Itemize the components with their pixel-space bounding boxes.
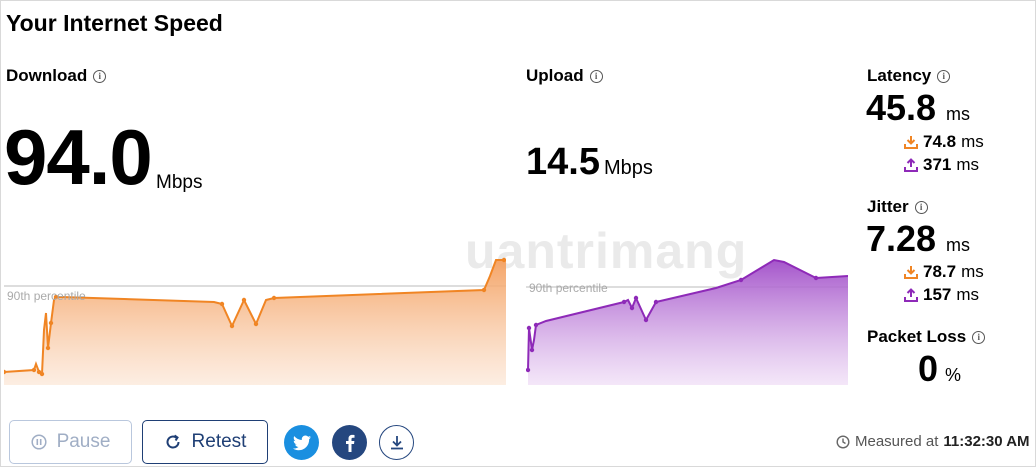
jitter-download: 78.7 ms [904,262,984,282]
info-icon[interactable]: i [589,69,603,83]
upload-percentile-label: 90th percentile [529,281,608,295]
download-chart [4,257,506,385]
info-icon[interactable]: i [93,69,107,83]
jitter-upload: 157 ms [904,285,979,305]
latency-download: 74.8 ms [904,132,984,152]
clock-icon [836,434,850,449]
pause-button[interactable]: Pause [9,420,132,464]
jitter-value: 7.28 [866,218,937,259]
download-results-button[interactable] [379,425,414,460]
jitter-label: Jitter i [867,197,928,217]
info-icon[interactable]: i [972,330,986,344]
latency-value: 45.8 [866,87,937,128]
packet-loss-label: Packet Loss i [867,327,986,347]
upload-value: 14.5 [526,141,600,183]
download-arrow-icon [904,136,918,149]
facebook-icon [345,434,354,452]
page-title: Your Internet Speed [6,10,223,36]
info-icon[interactable]: i [937,69,951,83]
download-arrow-icon [904,266,918,279]
latency-label: Latency i [867,66,951,86]
download-percentile-label: 90th percentile [7,289,86,303]
retest-icon [166,434,180,449]
upload-label: Upload i [526,66,603,86]
upload-area [528,260,848,385]
upload-arrow-icon [904,288,918,302]
download-label: Download i [6,66,107,86]
measured-at: Measured at 11:32:30 AM [836,433,1030,450]
download-icon [390,435,403,449]
twitter-share-button[interactable] [284,425,319,460]
retest-button[interactable]: Retest [142,420,268,464]
download-value: 94.0 [4,113,153,201]
download-unit: Mbps [156,172,203,193]
pause-icon [31,434,47,450]
packet-loss-value: 0 [918,348,939,389]
info-icon[interactable]: i [914,200,928,214]
upload-chart [526,258,848,385]
jitter-unit: ms [946,235,970,255]
latency-upload: 371 ms [904,155,979,175]
facebook-share-button[interactable] [332,425,367,460]
twitter-icon [292,435,311,450]
upload-arrow-icon [904,158,918,172]
upload-unit: Mbps [604,157,653,179]
packet-loss-unit: % [945,365,962,385]
latency-unit: ms [946,104,970,124]
